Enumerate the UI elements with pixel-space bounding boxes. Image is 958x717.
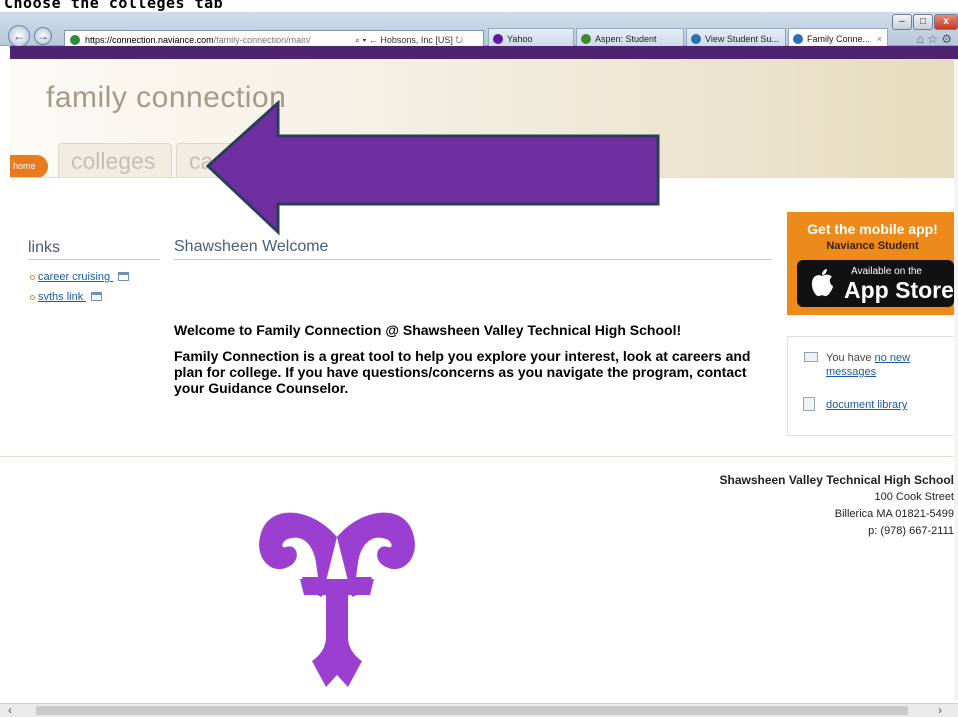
minimize-button[interactable]: – [892,14,912,30]
yahoo-icon [493,34,503,44]
browser-tab-label: Aspen: Student [595,34,657,44]
badge-big-text: App Store [844,277,954,303]
close-window-button[interactable]: x [934,14,958,30]
browser-tab-label: Yahoo [507,34,533,44]
browser-chrome: ← → https://connection.naviance.com/fami… [0,12,958,50]
forward-button[interactable]: → [34,27,52,45]
links-heading: links [28,239,61,256]
badge-small-text: Available on the [851,266,922,277]
purple-arrow-annotation [205,100,660,236]
leaf-icon [581,34,591,44]
footer-divider [0,456,958,457]
globe-icon [793,34,803,44]
apple-icon [811,269,833,297]
top-user-bar [10,46,958,59]
welcome-heading: Shawsheen Welcome [174,238,329,255]
new-window-icon [91,292,103,301]
bullet-icon [30,295,35,300]
app-store-badge[interactable]: Available on the App Store [797,260,954,307]
screenshot: Choose the colleges tab ← → https://conn… [0,0,958,717]
vertical-scrollbar[interactable] [954,60,958,700]
welcome-message-body: Family Connection is a great tool to hel… [174,348,751,396]
link-label[interactable]: svths link [38,291,83,303]
globe-icon [691,34,701,44]
tab-colleges[interactable]: colleges [58,143,172,178]
back-button[interactable]: ← [8,25,30,47]
school-address: Shawsheen Valley Technical High School 1… [654,472,954,540]
messages-panel: You have no new messages document librar… [787,336,958,436]
link-career-cruising[interactable]: career cruising [30,271,130,283]
bullet-icon [30,275,35,280]
link-label[interactable]: career cruising [38,271,110,283]
browser-tab-label: View Student Su... [705,34,779,44]
scroll-right-icon[interactable]: › [938,703,942,717]
envelope-icon [804,352,818,362]
links-divider [28,259,160,260]
browser-toolbar-icons[interactable]: ⌂ ☆ ⚙ [917,32,952,46]
url-path: /family-connection/main/ [213,35,311,45]
school-street: 100 Cook Street [874,491,955,503]
messages-prefix: You have [826,352,872,364]
mobile-app-promo[interactable]: Get the mobile app! Naviance Student Ava… [787,212,958,315]
scroll-left-icon[interactable]: ‹ [8,703,12,717]
instruction-text: Choose the colleges tab [4,0,224,12]
arrow-shape [205,100,660,236]
messages-text: You have no new messages [826,351,957,379]
instruction-caption: Choose the colleges tab [0,0,958,12]
ram-logo [259,512,415,687]
horizontal-scrollbar[interactable]: ‹ › [0,703,958,717]
globe-icon [70,35,80,45]
url-domain: https://connection.naviance.com [85,35,214,45]
school-phone: p: (978) 667-2111 [868,525,954,537]
promo-subheadline: Naviance Student [826,240,919,252]
maximize-button[interactable]: □ [913,14,933,30]
scrollbar-thumb[interactable] [36,706,908,715]
welcome-divider [174,259,772,260]
welcome-message-heading: Welcome to Family Connection @ Shawsheen… [174,322,682,338]
document-icon [803,397,815,411]
school-city: Billerica MA 01821-5499 [834,508,954,520]
link-svths[interactable]: svths link [30,291,103,303]
new-window-icon [118,272,130,281]
browser-tab-label: Family Conne... [807,34,871,44]
school-name: Shawsheen Valley Technical High School [719,473,954,487]
document-library-link[interactable]: document library [826,399,907,411]
home-tab[interactable]: home [10,155,48,178]
promo-headline: Get the mobile app! [807,221,938,237]
